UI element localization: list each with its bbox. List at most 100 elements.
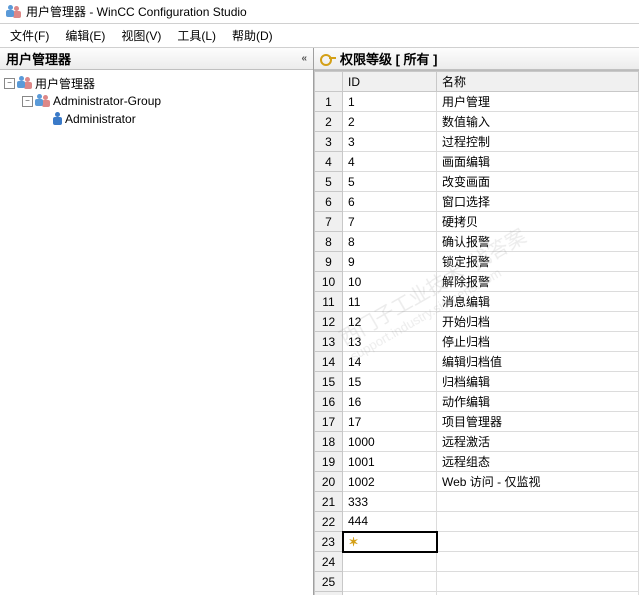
cell-name[interactable]: 确认报警	[437, 232, 639, 252]
row-number[interactable]: 11	[315, 292, 343, 312]
table-row[interactable]: 22数值输入	[315, 112, 639, 132]
table-row[interactable]: 1313停止归档	[315, 332, 639, 352]
table-row[interactable]: 1717项目管理器	[315, 412, 639, 432]
row-number[interactable]: 12	[315, 312, 343, 332]
cell-id[interactable]: 15	[343, 372, 437, 392]
column-header-rownum[interactable]	[315, 72, 343, 92]
table-row[interactable]: 23✶	[315, 532, 639, 552]
cell-name[interactable]: 开始归档	[437, 312, 639, 332]
cell-id[interactable]: 5	[343, 172, 437, 192]
cell-name[interactable]: 停止归档	[437, 332, 639, 352]
cell-name[interactable]	[437, 512, 639, 532]
column-header-name[interactable]: 名称	[437, 72, 639, 92]
expand-icon[interactable]: −	[4, 78, 15, 89]
permission-grid[interactable]: ID 名称 11用户管理22数值输入33过程控制44画面编辑55改变画面66窗口…	[314, 70, 639, 595]
cell-id[interactable]: 7	[343, 212, 437, 232]
table-row[interactable]: 22444	[315, 512, 639, 532]
column-header-id[interactable]: ID	[343, 72, 437, 92]
cell-id[interactable]: 1001	[343, 452, 437, 472]
row-number[interactable]: 2	[315, 112, 343, 132]
table-row[interactable]: 33过程控制	[315, 132, 639, 152]
table-row[interactable]: 1414编辑归档值	[315, 352, 639, 372]
cell-id[interactable]	[343, 552, 437, 572]
cell-id[interactable]: 4	[343, 152, 437, 172]
cell-id[interactable]: 6	[343, 192, 437, 212]
cell-name[interactable]: 硬拷贝	[437, 212, 639, 232]
cell-id[interactable]: 9	[343, 252, 437, 272]
row-number[interactable]: 22	[315, 512, 343, 532]
row-number[interactable]: 19	[315, 452, 343, 472]
table-row[interactable]: 77硬拷贝	[315, 212, 639, 232]
cell-name[interactable]: 编辑归档值	[437, 352, 639, 372]
cell-id[interactable]: 1	[343, 92, 437, 112]
cell-id[interactable]: 333	[343, 492, 437, 512]
cell-id[interactable]: 2	[343, 112, 437, 132]
table-row[interactable]: 55改变画面	[315, 172, 639, 192]
row-number[interactable]: 6	[315, 192, 343, 212]
table-row[interactable]: 25	[315, 572, 639, 592]
row-number[interactable]: 5	[315, 172, 343, 192]
cell-name[interactable]: 窗口选择	[437, 192, 639, 212]
cell-id[interactable]: 444	[343, 512, 437, 532]
menu-tools[interactable]: 工具(L)	[169, 25, 224, 46]
table-row[interactable]: 1010解除报警	[315, 272, 639, 292]
row-number[interactable]: 9	[315, 252, 343, 272]
cell-name[interactable]: 过程控制	[437, 132, 639, 152]
cell-id[interactable]: 17	[343, 412, 437, 432]
row-number[interactable]: 14	[315, 352, 343, 372]
cell-name[interactable]: 项目管理器	[437, 412, 639, 432]
table-row[interactable]: 1212开始归档	[315, 312, 639, 332]
cell-id[interactable]: 3	[343, 132, 437, 152]
row-number[interactable]: 25	[315, 572, 343, 592]
cell-id[interactable]: 8	[343, 232, 437, 252]
cell-name[interactable]: 动作编辑	[437, 392, 639, 412]
tree-node-group[interactable]: − Administrator-Group	[22, 92, 311, 110]
row-number[interactable]: 23	[315, 532, 343, 552]
row-number[interactable]: 8	[315, 232, 343, 252]
row-number[interactable]: 4	[315, 152, 343, 172]
cell-name[interactable]: 锁定报警	[437, 252, 639, 272]
cell-id[interactable]: ✶	[343, 532, 437, 552]
cell-id[interactable]: 14	[343, 352, 437, 372]
menu-edit[interactable]: 编辑(E)	[57, 25, 113, 46]
cell-name[interactable]: Web 访问 - 仅监视	[437, 472, 639, 492]
cell-id[interactable]	[343, 572, 437, 592]
row-number[interactable]: 3	[315, 132, 343, 152]
table-row[interactable]: 191001远程组态	[315, 452, 639, 472]
cell-id[interactable]: 10	[343, 272, 437, 292]
table-row[interactable]: 44画面编辑	[315, 152, 639, 172]
menu-help[interactable]: 帮助(D)	[224, 25, 281, 46]
row-number[interactable]: 24	[315, 552, 343, 572]
cell-id[interactable]: 13	[343, 332, 437, 352]
row-number[interactable]: 21	[315, 492, 343, 512]
cell-id[interactable]	[343, 592, 437, 595]
cell-id[interactable]: 11	[343, 292, 437, 312]
table-row[interactable]: 1111消息编辑	[315, 292, 639, 312]
row-number[interactable]: 26	[315, 592, 343, 595]
table-row[interactable]: 181000远程激活	[315, 432, 639, 452]
row-number[interactable]: 10	[315, 272, 343, 292]
tree-view[interactable]: − 用户管理器 − Administrator-Group Administra…	[0, 70, 313, 595]
table-row[interactable]: 26	[315, 592, 639, 595]
cell-name[interactable]	[437, 572, 639, 592]
cell-name[interactable]: 解除报警	[437, 272, 639, 292]
cell-name[interactable]: 用户管理	[437, 92, 639, 112]
row-number[interactable]: 20	[315, 472, 343, 492]
tree-node-user[interactable]: Administrator	[40, 110, 311, 128]
table-row[interactable]: 11用户管理	[315, 92, 639, 112]
cell-name[interactable]: 归档编辑	[437, 372, 639, 392]
expand-icon[interactable]: −	[22, 96, 33, 107]
cell-name[interactable]: 画面编辑	[437, 152, 639, 172]
table-row[interactable]: 24	[315, 552, 639, 572]
table-row[interactable]: 1515归档编辑	[315, 372, 639, 392]
cell-name[interactable]	[437, 592, 639, 595]
cell-name[interactable]	[437, 532, 639, 552]
row-number[interactable]: 1	[315, 92, 343, 112]
cell-name[interactable]: 消息编辑	[437, 292, 639, 312]
table-row[interactable]: 88确认报警	[315, 232, 639, 252]
cell-id[interactable]: 12	[343, 312, 437, 332]
table-row[interactable]: 21333	[315, 492, 639, 512]
row-number[interactable]: 18	[315, 432, 343, 452]
menu-view[interactable]: 视图(V)	[113, 25, 169, 46]
cell-id[interactable]: 16	[343, 392, 437, 412]
